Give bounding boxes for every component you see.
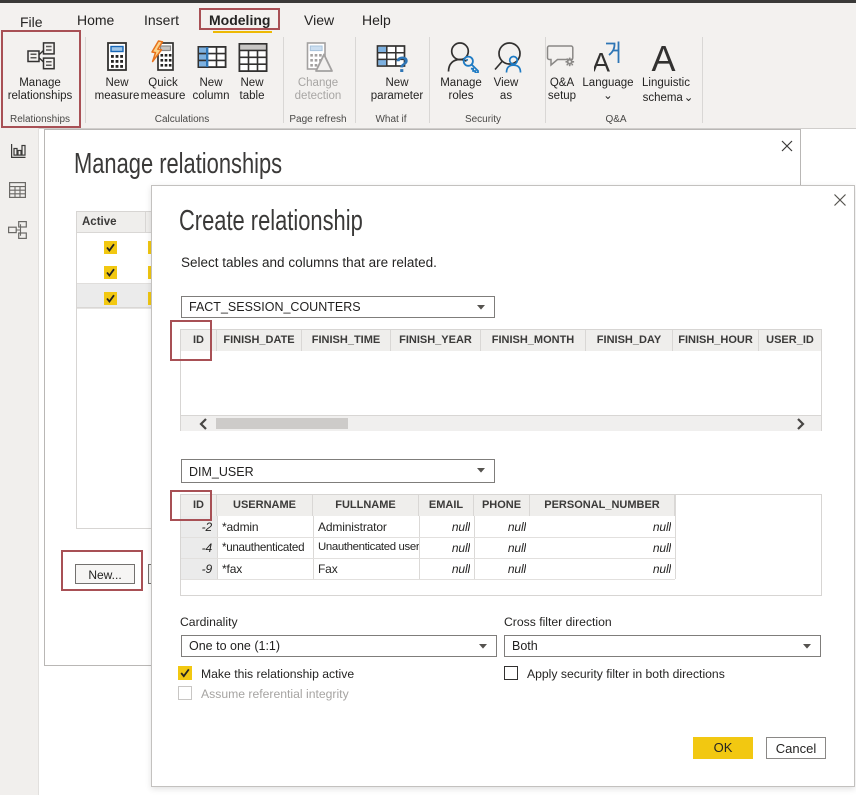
svg-text:?: ? — [396, 52, 409, 74]
svg-text:A: A — [652, 40, 676, 73]
svg-text:A: A — [594, 48, 610, 73]
